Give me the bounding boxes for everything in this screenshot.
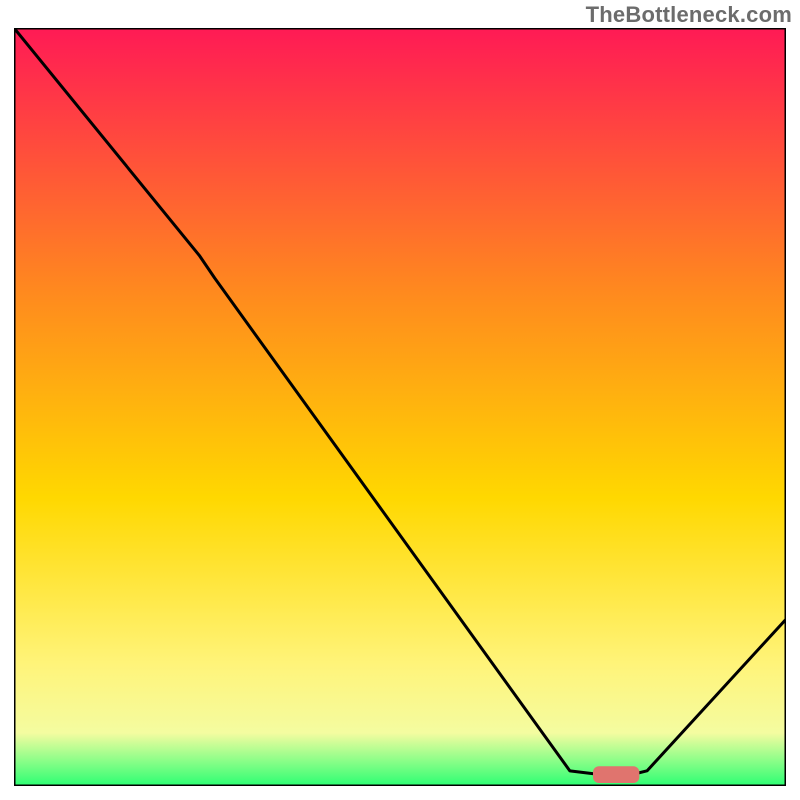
chart-svg <box>14 28 786 786</box>
chart-stage: TheBottleneck.com <box>0 0 800 800</box>
watermark-text: TheBottleneck.com <box>586 2 792 28</box>
optimal-zone-marker <box>593 766 639 783</box>
chart-background <box>14 28 786 786</box>
chart-plot <box>14 28 786 786</box>
